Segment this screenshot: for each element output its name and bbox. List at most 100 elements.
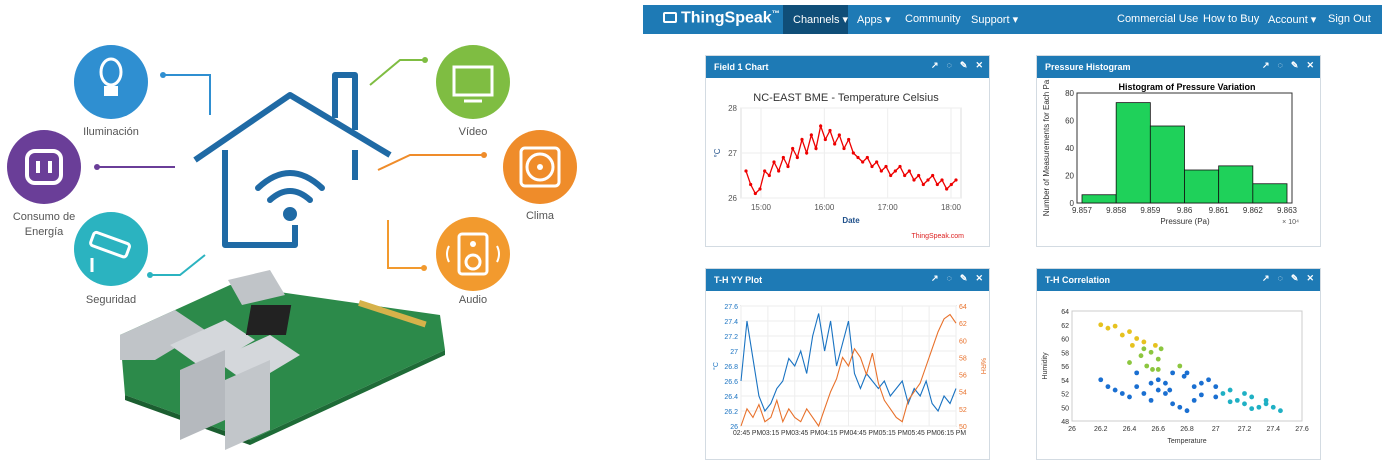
data-point: [1184, 408, 1190, 414]
panel-th-yy-plot: T-H YY Plot ↗ ◌ ✎ ✕ 26 26.2 26.4 26.6 26.8 27 27.…: [705, 268, 990, 460]
data-point: [856, 155, 860, 160]
credit-label: ThingSpeak.com: [911, 233, 964, 240]
data-point: [875, 160, 879, 164]
pencil-icon[interactable]: ✎: [960, 273, 968, 283]
data-point: [1112, 323, 1118, 329]
close-icon[interactable]: ✕: [1306, 60, 1314, 70]
data-point: [1105, 384, 1111, 390]
data-point: [1181, 373, 1187, 379]
nav-apps[interactable]: Apps ▾: [857, 13, 891, 26]
data-point: [954, 178, 958, 182]
nav-channels[interactable]: Channels ▾: [793, 13, 848, 26]
y-tick-label: 58: [1061, 350, 1069, 357]
x-tick-label: 9.863: [1277, 206, 1298, 215]
y-left-tick-label: 27.4: [724, 319, 738, 326]
y-left-tick-label: 27: [730, 349, 738, 356]
smart-home-infographic: Iluminación Consumo de Energía Seguridad…: [0, 0, 640, 468]
y-right-tick-label: 58: [959, 355, 967, 362]
data-point: [1098, 377, 1104, 383]
panel-header: Field 1 Chart ↗ ◌ ✎ ✕: [706, 56, 989, 78]
th-correlation-chart: 48 50 52 54 56 58 60 62 64 26 26.2 26.4 26.6 26.8 27 27…: [1042, 309, 1309, 445]
data-point: [837, 133, 841, 137]
nav-support[interactable]: Support ▾: [971, 13, 1018, 26]
comment-icon[interactable]: ◌: [947, 273, 952, 283]
y-left-tick-label: 26.2: [724, 409, 738, 416]
panel-header: T-H Correlation ↗ ◌ ✎ ✕: [1037, 269, 1320, 291]
y-right-tick-label: 60: [959, 338, 967, 345]
pencil-icon[interactable]: ✎: [1291, 273, 1299, 283]
external-link-icon[interactable]: ↗: [1262, 60, 1270, 70]
logo[interactable]: ThingSpeak™: [663, 9, 780, 27]
raspberry-pi-board: [120, 270, 445, 450]
comment-icon[interactable]: ◌: [947, 60, 952, 70]
data-point: [1138, 353, 1144, 359]
data-point: [1198, 380, 1204, 386]
power-outlet-icon: [7, 130, 81, 204]
data-point: [912, 178, 916, 182]
data-point: [1242, 391, 1247, 396]
data-point: [1155, 367, 1161, 372]
data-point: [1177, 363, 1183, 369]
external-link-icon[interactable]: ↗: [931, 60, 939, 70]
data-point: [1127, 394, 1132, 400]
data-point: [1155, 356, 1161, 362]
nav-account[interactable]: Account ▾: [1268, 13, 1316, 26]
data-point: [926, 178, 930, 182]
nav-how-to-buy[interactable]: How to Buy: [1203, 13, 1259, 25]
histogram-bar: [1252, 183, 1288, 204]
data-point: [1150, 367, 1155, 372]
data-point: [1163, 380, 1168, 386]
data-point: [1112, 387, 1118, 393]
y-right-tick-label: 62: [959, 321, 967, 328]
external-link-icon[interactable]: ↗: [1262, 273, 1270, 283]
data-point: [800, 137, 804, 142]
y-axis-label: Number of Measurements for Each Pa: [1042, 79, 1051, 216]
pencil-icon[interactable]: ✎: [1291, 60, 1299, 70]
data-point: [758, 187, 762, 191]
external-link-icon[interactable]: ↗: [931, 273, 939, 283]
data-point: [781, 155, 785, 160]
chart-title: NC-EAST BME - Temperature Celsius: [753, 92, 939, 104]
panel-th-correlation: T-H Correlation ↗ ◌ ✎ ✕ 48 50 52 54 56 58 60 62 64 2…: [1036, 268, 1321, 460]
panel-title: T-H YY Plot: [714, 275, 763, 285]
panel-title: Field 1 Chart: [714, 62, 769, 72]
pressure-histogram-chart: Histogram of Pressure Variation020406080…: [1042, 79, 1299, 226]
comment-icon[interactable]: ◌: [1278, 60, 1283, 70]
data-point: [1144, 363, 1150, 369]
y-tick-label: 26: [728, 194, 737, 203]
y-right-tick-label: 54: [959, 390, 967, 397]
data-point: [861, 160, 865, 164]
close-icon[interactable]: ✕: [975, 60, 983, 70]
data-point: [1141, 346, 1147, 352]
data-point: [1158, 346, 1164, 352]
data-point: [1213, 384, 1219, 390]
y-axis-label: °C: [713, 148, 722, 157]
panel-icons: ↗ ◌ ✎ ✕: [923, 273, 983, 284]
data-point: [851, 151, 855, 155]
data-point: [1155, 377, 1161, 383]
pencil-icon[interactable]: ✎: [960, 60, 968, 70]
data-point: [809, 133, 813, 137]
comment-icon[interactable]: ◌: [1278, 273, 1283, 283]
data-point: [842, 146, 846, 151]
nav-community[interactable]: Community: [905, 13, 961, 25]
x-axis-label: Date: [842, 216, 860, 225]
data-point: [791, 146, 795, 151]
data-point: [907, 169, 911, 173]
close-icon[interactable]: ✕: [975, 273, 983, 283]
data-point: [870, 164, 874, 169]
data-point: [903, 173, 907, 178]
y-tick-label: 40: [1065, 144, 1074, 153]
close-icon[interactable]: ✕: [1306, 273, 1314, 283]
data-point: [1227, 399, 1233, 405]
y-tick-label: 27: [728, 149, 737, 158]
data-point: [1191, 384, 1197, 390]
data-point: [1134, 384, 1140, 390]
nav-commercial-use[interactable]: Commercial Use: [1117, 13, 1198, 25]
y-tick-label: 60: [1061, 337, 1069, 344]
data-point: [1148, 380, 1154, 386]
data-point: [1227, 387, 1233, 393]
nav-sign-out[interactable]: Sign Out: [1328, 13, 1371, 25]
y-tick-label: 52: [1061, 392, 1069, 399]
data-point: [1098, 322, 1104, 328]
